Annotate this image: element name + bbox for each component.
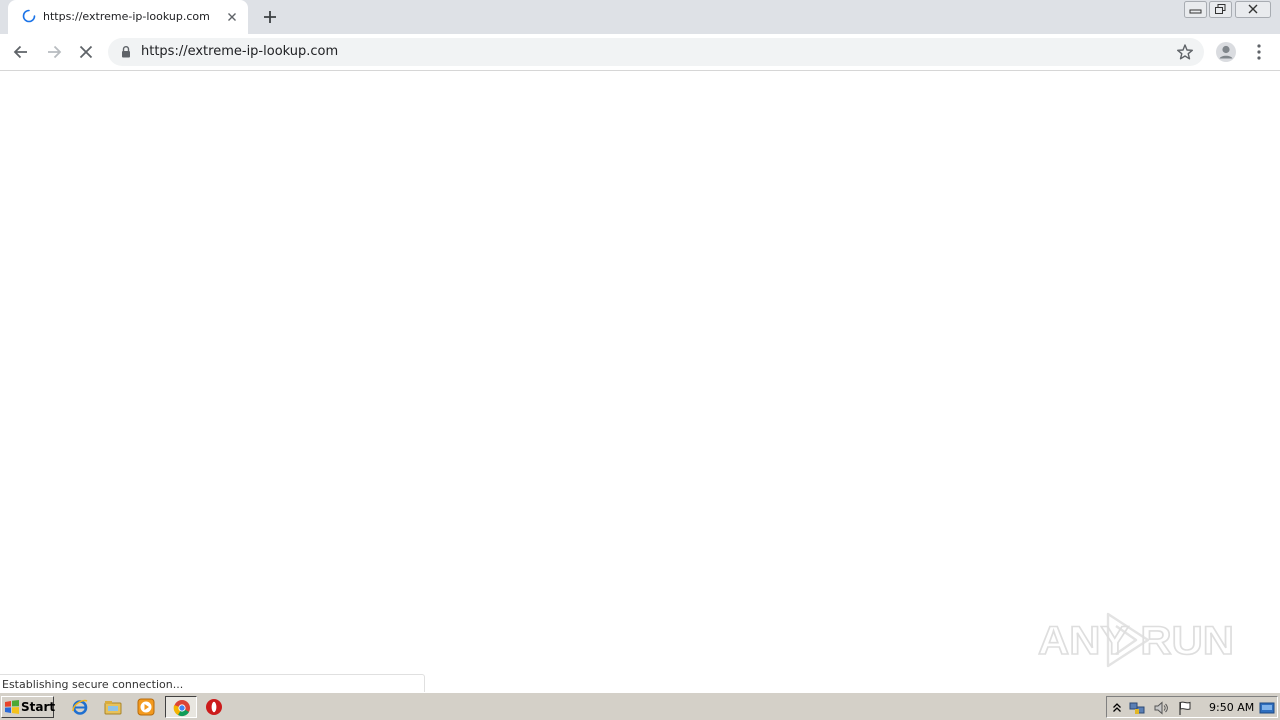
watermark-text: ANY RUN — [1038, 619, 1234, 663]
windows-taskbar: Start 9:50 AM — [0, 692, 1280, 720]
media-player-icon[interactable] — [137, 698, 155, 716]
anyrun-watermark: ANY RUN — [1037, 612, 1235, 668]
internet-explorer-icon[interactable] — [71, 698, 89, 716]
address-bar[interactable]: https://extreme-ip-lookup.com — [108, 38, 1204, 66]
new-tab-plus-icon[interactable] — [260, 7, 280, 27]
file-explorer-icon[interactable] — [104, 698, 122, 716]
system-tray: 9:50 AM — [1106, 696, 1278, 718]
start-label: Start — [21, 700, 56, 714]
network-icon[interactable] — [1129, 700, 1145, 716]
windows-logo-icon — [5, 700, 19, 714]
tab-title: https://extreme-ip-lookup.com — [43, 10, 210, 23]
window-minimize-icon[interactable] — [1184, 1, 1207, 18]
address-url[interactable]: https://extreme-ip-lookup.com — [141, 44, 338, 60]
window-close-icon[interactable] — [1235, 1, 1271, 18]
page-viewport[interactable]: ANY RUN Establishing secure connection..… — [0, 72, 1280, 693]
back-arrow-icon[interactable] — [11, 42, 31, 62]
bookmark-star-icon[interactable] — [1176, 43, 1194, 61]
loading-spinner-icon — [22, 9, 36, 23]
status-text: Establishing secure connection... — [2, 678, 184, 691]
volume-icon[interactable] — [1153, 700, 1169, 716]
opera-icon[interactable] — [205, 698, 223, 716]
show-hidden-icon[interactable] — [1109, 700, 1125, 716]
tab-strip: https://extreme-ip-lookup.com — [0, 0, 1280, 34]
kebab-menu-icon[interactable] — [1250, 42, 1268, 62]
show-desktop-icon[interactable] — [1259, 700, 1275, 716]
start-button[interactable]: Start — [1, 696, 56, 718]
stop-loading-icon[interactable] — [76, 42, 96, 62]
lock-icon[interactable] — [120, 45, 132, 59]
system-clock[interactable]: 9:50 AM — [1209, 701, 1254, 714]
action-center-flag-icon[interactable] — [1177, 700, 1193, 716]
status-bubble: Establishing secure connection... — [0, 674, 425, 693]
browser-tab-active[interactable]: https://extreme-ip-lookup.com — [8, 0, 248, 34]
browser-toolbar: https://extreme-ip-lookup.com — [0, 34, 1280, 71]
chrome-icon — [173, 700, 190, 717]
taskbar-chrome-button[interactable] — [165, 696, 197, 718]
forward-arrow-icon[interactable] — [44, 42, 64, 62]
tab-close-icon[interactable] — [224, 9, 240, 25]
profile-avatar-icon[interactable] — [1215, 41, 1237, 63]
window-restore-icon[interactable] — [1209, 1, 1232, 18]
